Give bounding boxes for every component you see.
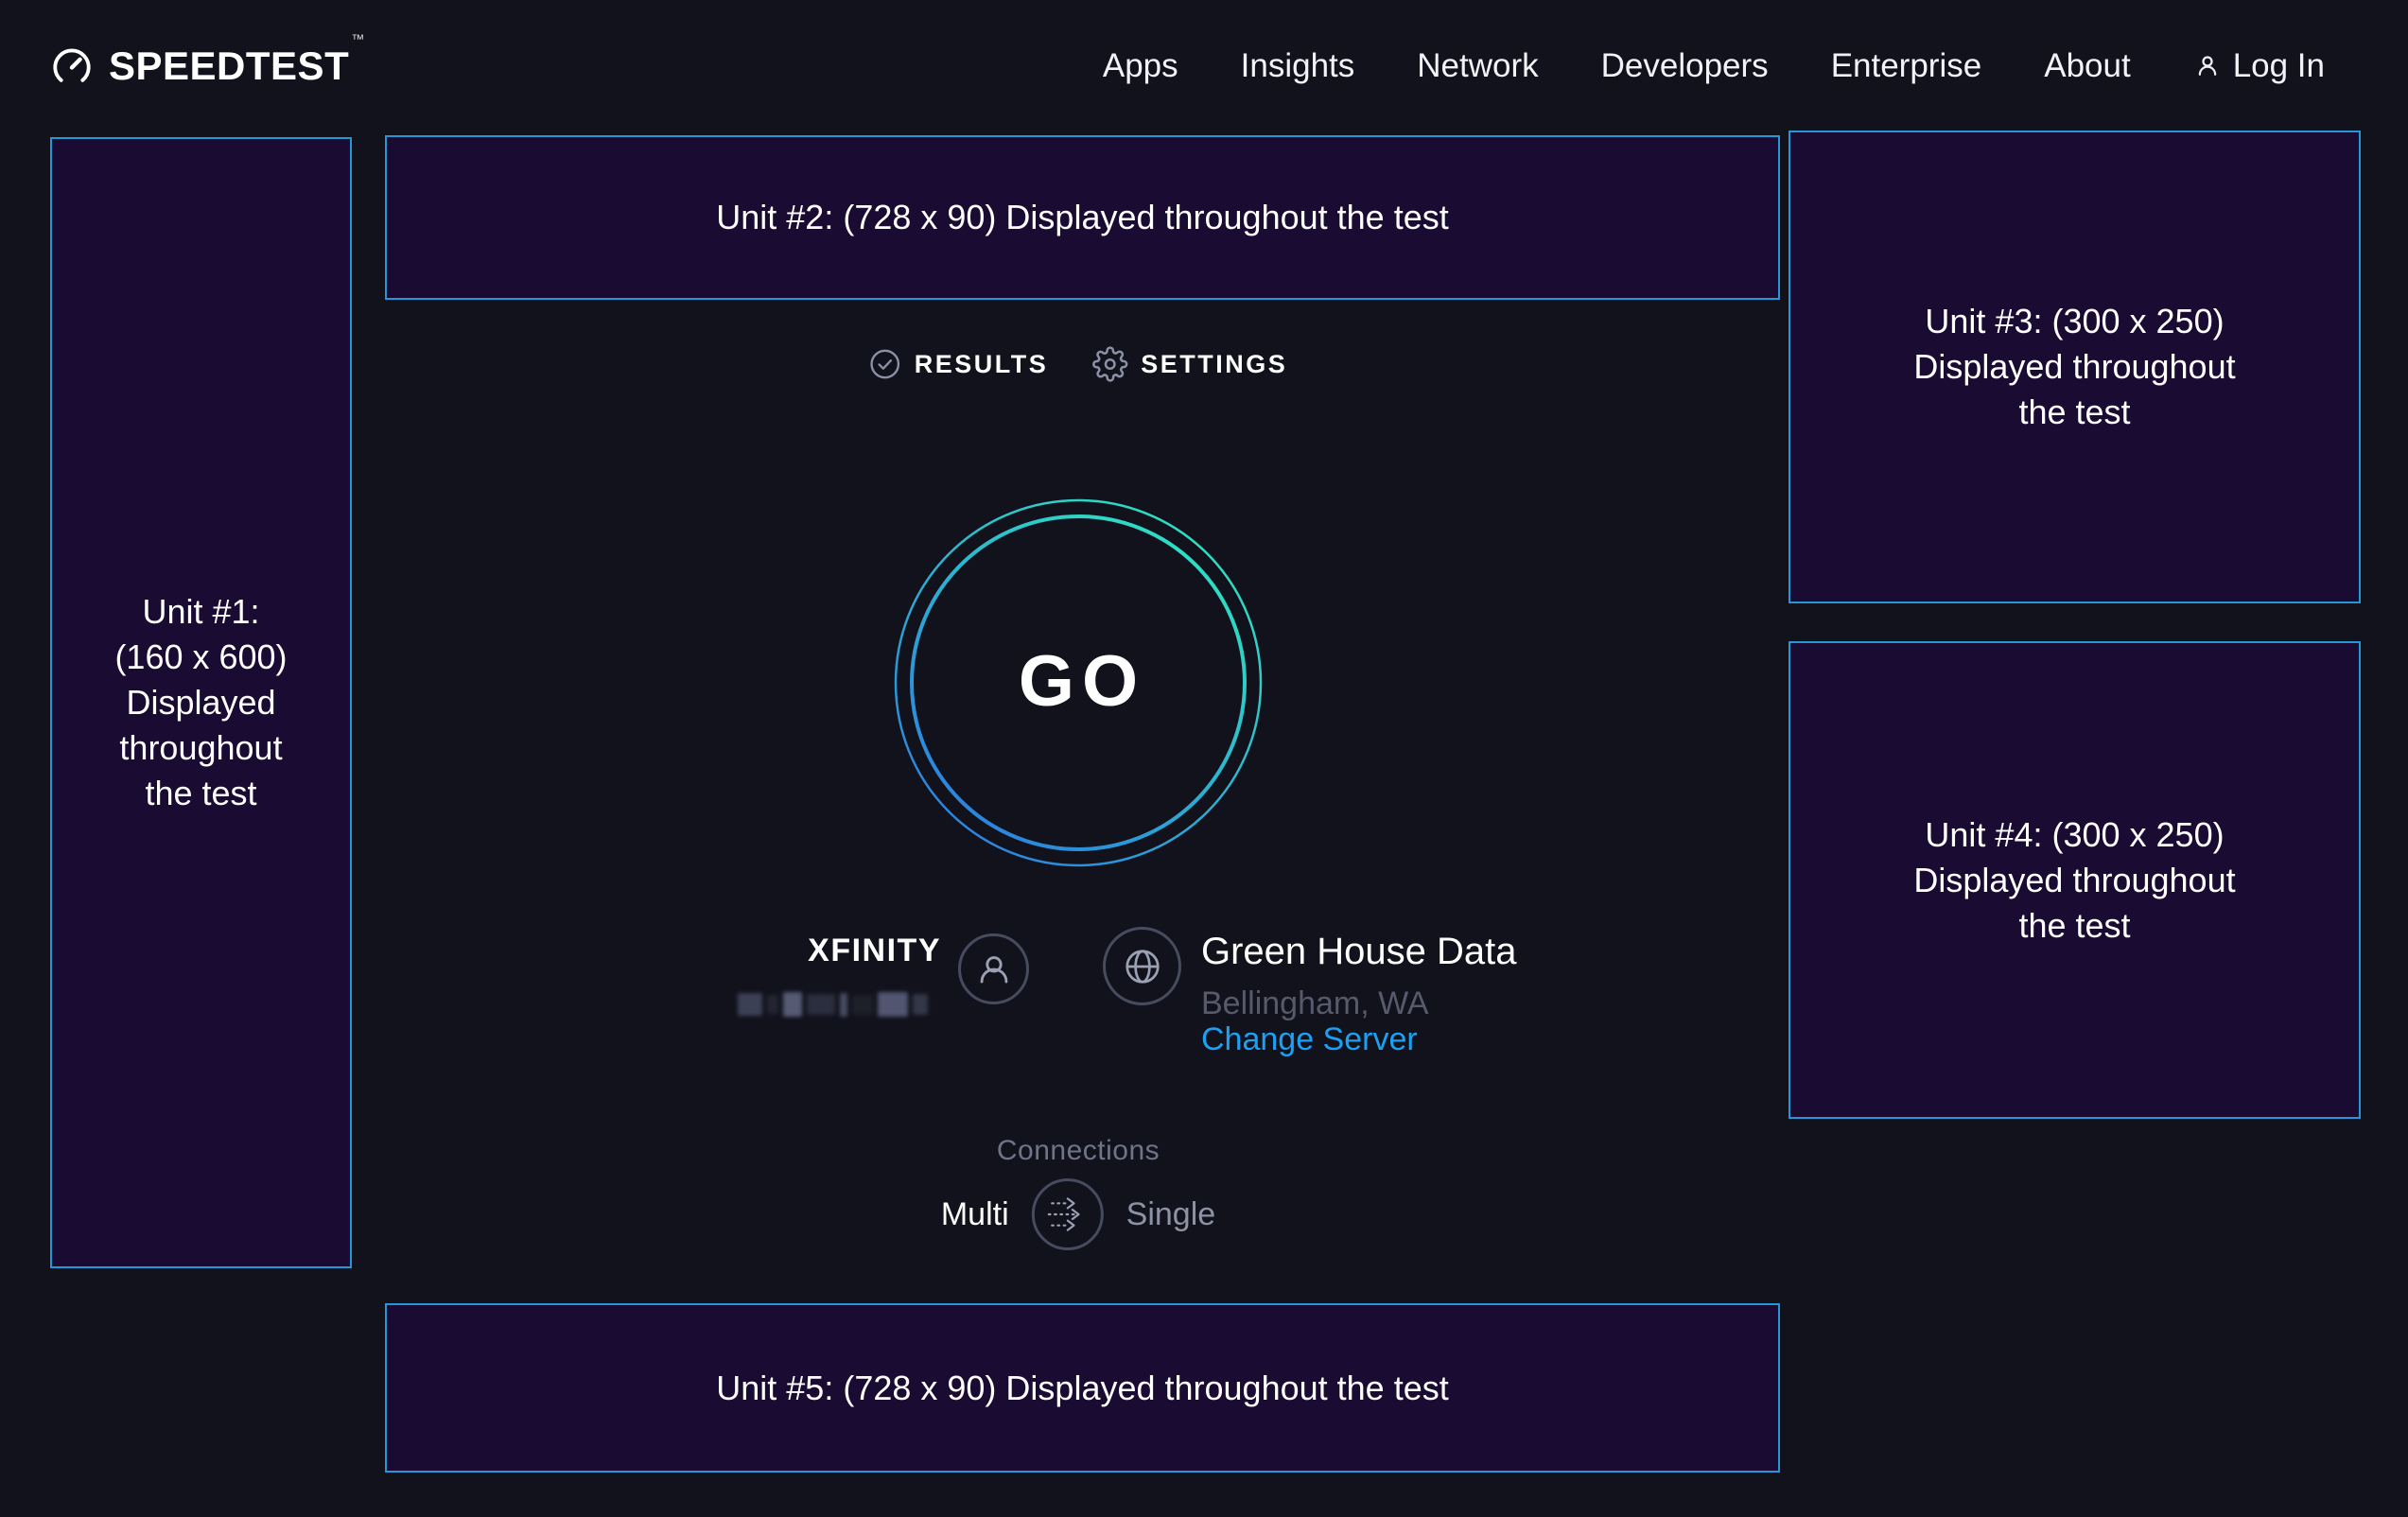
nav-link-network[interactable]: Network [1417,47,1538,85]
check-circle-icon [869,348,901,380]
nav-link-apps[interactable]: Apps [1103,47,1178,85]
nav-link-developers[interactable]: Developers [1601,47,1769,85]
go-label: GO [1011,640,1145,723]
ad-text-line: the test [2018,390,2130,435]
isp-badge [958,933,1029,1004]
change-server-link[interactable]: Change Server [1201,1021,1418,1057]
connections-multi-option[interactable]: Multi [941,1196,1009,1233]
tab-settings-label: SETTINGS [1141,350,1287,379]
ad-text-line: (160 x 600) [114,635,287,680]
ad-text-line: Displayed throughout [1913,858,2235,903]
nav-link-insights[interactable]: Insights [1241,47,1355,85]
user-icon [2193,52,2222,80]
ad-text-line: the test [2018,903,2130,949]
ad-unit-4[interactable]: Unit #4: (300 x 250) Displayed throughou… [1789,641,2361,1119]
ad-text-line: Displayed throughout [1913,344,2235,390]
ip-address-redacted [738,991,944,1018]
server-badge [1103,927,1181,1005]
speedtest-gauge-icon [50,44,94,88]
multi-arrows-icon [1044,1192,1091,1237]
connections-single-option[interactable]: Single [1126,1196,1216,1233]
nav-link-enterprise[interactable]: Enterprise [1831,47,1982,85]
trademark-mark: ™ [351,31,364,46]
speedtest-page: { "brand": { "name": "SPEEDTEST", "mark"… [0,0,2408,1517]
server-info: Green House Data Bellingham, WA Change S… [1201,931,1517,1057]
gear-icon [1091,346,1127,382]
isp-name: XFINITY [719,933,941,969]
ad-text-line: Unit #4: (300 x 250) [1925,812,2224,858]
view-tabs: RESULTS SETTINGS [869,346,1288,382]
nav-links: Apps Insights Network Developers Enterpr… [1103,0,2325,132]
top-nav: SPEEDTEST™ Apps Insights Network Develop… [0,0,2408,132]
globe-icon [1118,942,1167,991]
ad-text-line: the test [145,771,256,816]
server-location: Bellingham, WA [1201,985,1517,1021]
ad-unit-2[interactable]: Unit #2: (728 x 90) Displayed throughout… [385,135,1780,300]
ad-text-line: Unit #2: (728 x 90) Displayed throughout… [716,195,1448,240]
connections-toggle-button[interactable] [1032,1178,1104,1250]
tab-results-label: RESULTS [915,350,1049,379]
ad-unit-1[interactable]: Unit #1: (160 x 600) Displayed throughou… [50,137,352,1268]
login-label: Log In [2233,47,2325,85]
ad-unit-5[interactable]: Unit #5: (728 x 90) Displayed throughout… [385,1303,1780,1473]
go-button[interactable]: GO [889,494,1267,872]
ad-text-line: Displayed [126,680,275,725]
login-button[interactable]: Log In [2193,47,2325,85]
ad-text-line: Unit #5: (728 x 90) Displayed throughout… [716,1366,1448,1411]
nav-link-about[interactable]: About [2044,47,2130,85]
brand-name: SPEEDTEST™ [109,46,362,86]
person-icon [972,948,1016,991]
ad-text-line: Unit #3: (300 x 250) [1925,299,2224,344]
connections-label: Connections [997,1135,1160,1167]
brand-logo[interactable]: SPEEDTEST™ [50,0,362,132]
ad-unit-3[interactable]: Unit #3: (300 x 250) Displayed throughou… [1789,131,2361,603]
ad-text-line: Unit #1: [142,589,259,635]
tab-settings[interactable]: SETTINGS [1091,346,1287,382]
server-name: Green House Data [1201,931,1517,972]
ad-text-line: throughout [119,725,282,771]
tab-results[interactable]: RESULTS [869,348,1049,380]
connections-toggle-row: Multi Single [941,1177,1215,1251]
brand-text: SPEEDTEST [109,44,349,88]
